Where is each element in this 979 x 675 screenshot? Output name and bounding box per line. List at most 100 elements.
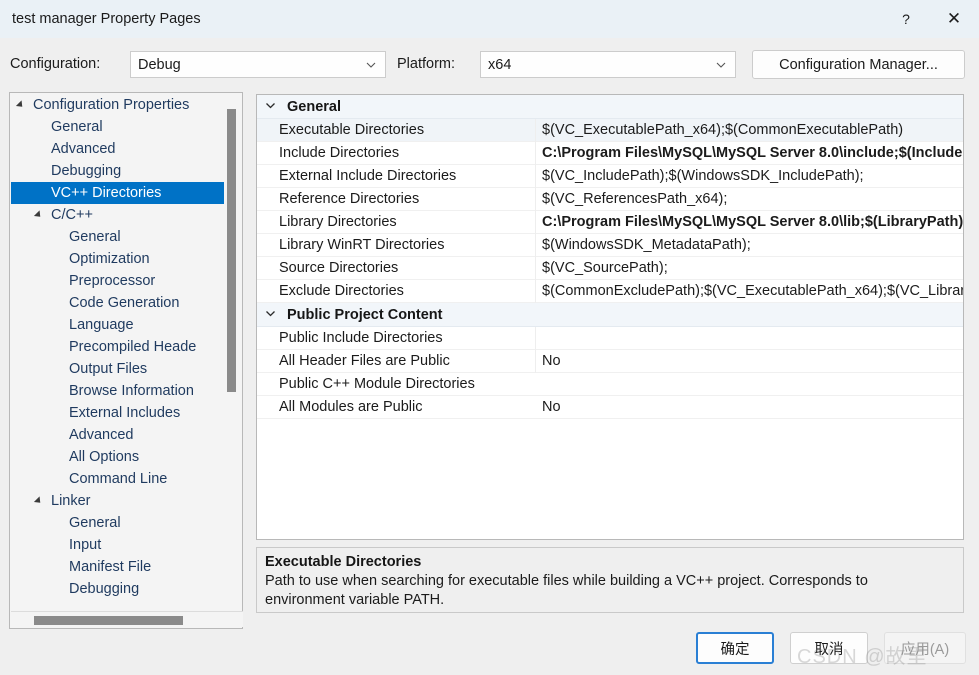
property-category-label: Public Project Content	[287, 306, 443, 323]
sidebar-item-label: Advanced	[51, 141, 116, 157]
sidebar-item-debugging[interactable]: Debugging	[11, 160, 226, 182]
property-row[interactable]: External Include Directories $(VC_Include…	[257, 164, 963, 188]
property-value[interactable]: $(VC_IncludePath);$(WindowsSDK_IncludePa…	[535, 164, 963, 188]
window-title: test manager Property Pages	[12, 11, 201, 27]
property-grid: General Executable Directories $(VC_Execut…	[256, 94, 964, 540]
sidebar-item-browse-information[interactable]: Browse Information	[11, 380, 226, 402]
platform-dropdown[interactable]: x64	[480, 51, 736, 78]
configuration-manager-button[interactable]: Configuration Manager...	[752, 50, 965, 79]
property-value[interactable]	[535, 373, 963, 396]
sidebar-item-label: General	[51, 119, 103, 135]
property-name: Public C++ Module Directories	[279, 376, 475, 392]
property-name: Executable Directories	[279, 122, 425, 138]
sidebar-item-advanced[interactable]: Advanced	[11, 138, 226, 160]
sidebar-item-general[interactable]: General	[11, 512, 226, 534]
platform-value: x64	[488, 56, 512, 73]
property-name: All Header Files are Public	[279, 353, 450, 369]
configuration-label: Configuration:	[10, 56, 101, 72]
property-row[interactable]: Exclude Directories $(CommonExcludePath);…	[257, 279, 963, 303]
property-row[interactable]: Library Directories C:\Program Files\MySQ…	[257, 210, 963, 234]
sidebar-item-language[interactable]: Language	[11, 314, 226, 336]
property-value[interactable]: $(CommonExcludePath);$(VC_ExecutablePath…	[535, 279, 963, 303]
description-body: Path to use when searching for executabl…	[265, 572, 953, 610]
description-title: Executable Directories	[265, 554, 422, 570]
sidebar-item-configuration-properties[interactable]: Configuration Properties	[11, 94, 226, 116]
sidebar-item-all-options[interactable]: All Options	[11, 446, 226, 468]
property-value[interactable]: C:\Program Files\MySQL\MySQL Server 8.0\…	[535, 210, 963, 234]
sidebar-item-vc-directories[interactable]: VC++ Directories	[11, 182, 226, 204]
configuration-dropdown[interactable]: Debug	[130, 51, 386, 78]
cancel-button[interactable]: 取消	[790, 632, 868, 664]
sidebar-item-general[interactable]: General	[11, 226, 226, 248]
description-line-1: Path to use when searching for executabl…	[265, 573, 868, 589]
property-row[interactable]: Source Directories $(VC_SourcePath);	[257, 256, 963, 280]
property-name: Reference Directories	[279, 191, 420, 207]
sidebar-item-label: Manifest File	[69, 559, 152, 575]
property-category-row[interactable]: General	[257, 95, 963, 119]
property-value[interactable]: $(VC_ExecutablePath_x64);$(CommonExecuta…	[535, 118, 963, 142]
sidebar-item-label: General	[69, 229, 121, 245]
property-value[interactable]: No	[535, 349, 963, 373]
property-row[interactable]: Library WinRT Directories $(WindowsSDK_Me…	[257, 233, 963, 257]
sidebar-item-label: Advanced	[69, 427, 134, 443]
chevron-down-icon[interactable]	[265, 100, 276, 111]
property-name: Library Directories	[279, 214, 397, 230]
sidebar-item-label: Linker	[51, 493, 91, 509]
sidebar-item-label: Input	[69, 537, 102, 553]
sidebar-item-advanced[interactable]: Advanced	[11, 424, 226, 446]
tree-items-container: Configuration Properties General Advanced D…	[11, 94, 226, 597]
tree-horizontal-scrollbar-thumb[interactable]	[34, 616, 183, 625]
property-value[interactable]: C:\Program Files\MySQL\MySQL Server 8.0\…	[535, 141, 963, 165]
chevron-down-icon	[366, 62, 376, 68]
platform-label: Platform:	[397, 56, 456, 72]
property-row[interactable]: All Header Files are Public No	[257, 349, 963, 373]
sidebar-item-input[interactable]: Input	[11, 534, 226, 556]
property-value[interactable]: $(VC_SourcePath);	[535, 256, 963, 280]
sidebar-item-label: All Options	[69, 449, 140, 465]
sidebar-item-label: Preprocessor	[69, 273, 156, 289]
ok-button[interactable]: 确定	[696, 632, 774, 664]
sidebar-item-linker[interactable]: Linker	[11, 490, 226, 512]
property-row[interactable]: All Modules are Public No	[257, 396, 963, 419]
sidebar-item-preprocessor[interactable]: Preprocessor	[11, 270, 226, 292]
sidebar-item-label: Precompiled Heade	[69, 339, 197, 355]
property-name: Public Include Directories	[279, 330, 443, 346]
property-value	[535, 303, 963, 326]
property-row[interactable]: Public Include Directories	[257, 326, 963, 350]
tree-vertical-scrollbar[interactable]	[224, 94, 241, 597]
sidebar-item-label: VC++ Directories	[51, 185, 162, 201]
property-value[interactable]: $(VC_ReferencesPath_x64);	[535, 187, 963, 211]
property-name: External Include Directories	[279, 168, 457, 184]
chevron-down-icon[interactable]	[265, 308, 276, 319]
property-category-row[interactable]: Public Project Content	[257, 303, 963, 327]
close-icon[interactable]: ✕	[929, 0, 979, 38]
sidebar-item-label: Debugging	[51, 163, 122, 179]
sidebar-item-output-files[interactable]: Output Files	[11, 358, 226, 380]
description-line-2: environment variable PATH.	[265, 592, 445, 608]
tree-vertical-scrollbar-thumb[interactable]	[227, 109, 236, 392]
apply-button: 应用(A)	[884, 632, 966, 664]
property-row[interactable]: Public C++ Module Directories	[257, 373, 963, 396]
property-name: Source Directories	[279, 260, 399, 276]
property-row[interactable]: Include Directories C:\Program Files\MySQ…	[257, 141, 963, 165]
sidebar-item-c-c[interactable]: C/C++	[11, 204, 226, 226]
sidebar-item-manifest-file[interactable]: Manifest File	[11, 556, 226, 578]
sidebar-item-optimization[interactable]: Optimization	[11, 248, 226, 270]
tree-horizontal-scrollbar[interactable]	[11, 611, 243, 627]
help-icon[interactable]: ?	[883, 0, 929, 38]
property-row[interactable]: Executable Directories $(VC_ExecutablePat…	[257, 118, 963, 142]
sidebar-item-precompiled-heade[interactable]: Precompiled Heade	[11, 336, 226, 358]
chevron-down-icon	[716, 62, 726, 68]
sidebar-item-external-includes[interactable]: External Includes	[11, 402, 226, 424]
sidebar-item-label: Output Files	[69, 361, 148, 377]
property-row[interactable]: Reference Directories $(VC_ReferencesPath…	[257, 187, 963, 211]
property-value[interactable]: $(WindowsSDK_MetadataPath);	[535, 233, 963, 257]
sidebar-item-label: Optimization	[69, 251, 150, 267]
sidebar-item-code-generation[interactable]: Code Generation	[11, 292, 226, 314]
property-value[interactable]: No	[535, 396, 963, 419]
sidebar-item-label: Browse Information	[69, 383, 194, 399]
sidebar-item-command-line[interactable]: Command Line	[11, 468, 226, 490]
property-value[interactable]	[535, 326, 963, 350]
sidebar-item-debugging[interactable]: Debugging	[11, 578, 226, 597]
sidebar-item-general[interactable]: General	[11, 116, 226, 138]
